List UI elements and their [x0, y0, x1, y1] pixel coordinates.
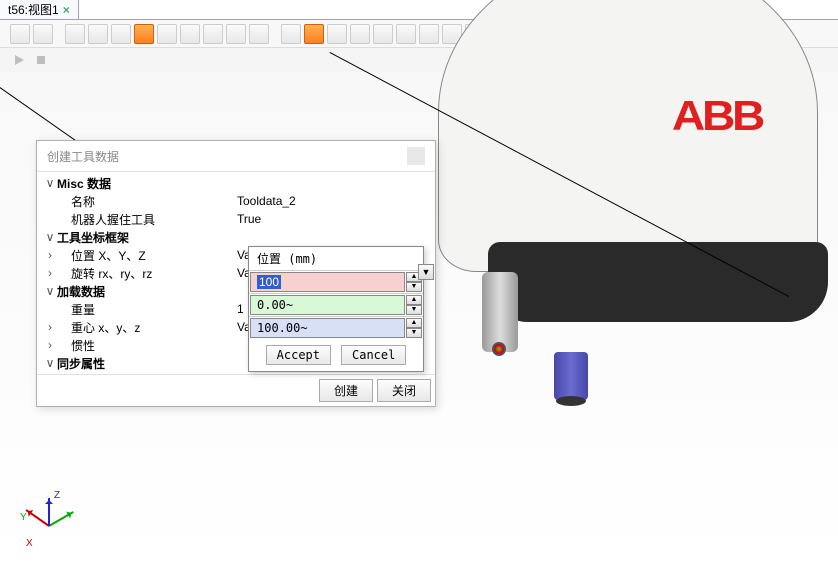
- toolbar-icon-1[interactable]: [10, 24, 30, 44]
- tab-title: t56:视图1: [8, 1, 59, 18]
- section-misc: Misc 数据: [57, 175, 237, 192]
- abb-logo: ABB: [672, 92, 762, 140]
- expander-icon[interactable]: ∨: [43, 356, 57, 370]
- stop-icon[interactable]: [32, 51, 50, 69]
- robot-tool-tip: [492, 342, 506, 356]
- dropdown-arrow-icon[interactable]: ▼: [418, 264, 434, 280]
- toolbar-icon-11[interactable]: [249, 24, 269, 44]
- toolbar-icon-2[interactable]: [33, 24, 53, 44]
- document-tab[interactable]: t56:视图1 ×: [0, 0, 79, 19]
- prop-position-label: 位置 X、Y、Z: [57, 247, 237, 264]
- cancel-button[interactable]: Cancel: [341, 345, 406, 365]
- prop-weight-label: 重量: [57, 301, 237, 318]
- dialog-titlebar[interactable]: 创建工具数据: [37, 141, 435, 172]
- toolbar-icon-13[interactable]: [304, 24, 324, 44]
- tab-close-icon[interactable]: ×: [63, 3, 70, 17]
- section-frame: 工具坐标框架: [57, 229, 237, 246]
- position-y-input[interactable]: 0.00~: [250, 295, 405, 315]
- expander-icon[interactable]: ›: [43, 266, 57, 280]
- dialog-title: 创建工具数据: [47, 148, 119, 165]
- toolbar-icon-5[interactable]: [111, 24, 131, 44]
- expander-icon[interactable]: ›: [43, 320, 57, 334]
- prop-name-value[interactable]: Tooldata_2: [237, 194, 429, 208]
- axis-y-label: Y: [20, 512, 27, 523]
- spin-down-icon[interactable]: ▼: [406, 328, 422, 338]
- spin-down-icon[interactable]: ▼: [406, 282, 422, 292]
- position-z-input[interactable]: 100.00~: [250, 318, 405, 338]
- spin-up-icon[interactable]: ▲: [406, 295, 422, 305]
- accept-button[interactable]: Accept: [266, 345, 331, 365]
- toolbar-icon-3[interactable]: [65, 24, 85, 44]
- prop-rotation-label: 旋转 rx、ry、rz: [57, 265, 237, 282]
- dialog-close-icon[interactable]: [407, 147, 425, 165]
- position-popup: 位置 (mm) 100 ▲▼ 0.00~ ▲▼ 100.00~ ▲▼ Accep…: [248, 246, 424, 372]
- axis-x-label: X: [26, 538, 33, 549]
- section-sync: 同步属性: [57, 355, 237, 372]
- robot-model: ABB: [398, 72, 818, 322]
- toolbar-icon-16[interactable]: [373, 24, 393, 44]
- prop-inertia-label: 惯性: [57, 337, 237, 354]
- toolbar-icon-4[interactable]: [88, 24, 108, 44]
- play-icon[interactable]: [10, 51, 28, 69]
- toolbar-icon-9[interactable]: [203, 24, 223, 44]
- expander-icon[interactable]: ›: [43, 248, 57, 262]
- toolbar-icon-7[interactable]: [157, 24, 177, 44]
- axis-gizmo[interactable]: X Y Z: [18, 490, 78, 550]
- popup-title: 位置 (mm): [249, 247, 423, 270]
- workpiece-cylinder: [554, 352, 588, 400]
- toolbar-icon-12[interactable]: [281, 24, 301, 44]
- expander-icon[interactable]: ∨: [43, 230, 57, 244]
- expander-icon[interactable]: ∨: [43, 176, 57, 190]
- spin-down-icon[interactable]: ▼: [406, 305, 422, 315]
- spin-up-icon[interactable]: ▲: [406, 318, 422, 328]
- prop-cog-label: 重心 x、y、z: [57, 319, 237, 336]
- toolbar-icon-18[interactable]: [419, 24, 439, 44]
- toolbar-icon-8[interactable]: [180, 24, 200, 44]
- toolbar-icon-15[interactable]: [350, 24, 370, 44]
- prop-hold-label: 机器人握住工具: [57, 211, 237, 228]
- axis-z-label: Z: [54, 490, 60, 501]
- create-button[interactable]: 创建: [319, 379, 373, 402]
- toolbar-icon-6[interactable]: [134, 24, 154, 44]
- expander-icon[interactable]: ›: [43, 338, 57, 352]
- toolbar-icon-14[interactable]: [327, 24, 347, 44]
- toolbar-icon-17[interactable]: [396, 24, 416, 44]
- prop-name-label: 名称: [57, 193, 237, 210]
- expander-icon[interactable]: ∨: [43, 284, 57, 298]
- toolbar-icon-10[interactable]: [226, 24, 246, 44]
- position-x-input[interactable]: 100: [250, 272, 405, 292]
- close-button[interactable]: 关闭: [377, 379, 431, 402]
- prop-hold-value[interactable]: True: [237, 212, 429, 226]
- section-load: 加载数据: [57, 283, 237, 300]
